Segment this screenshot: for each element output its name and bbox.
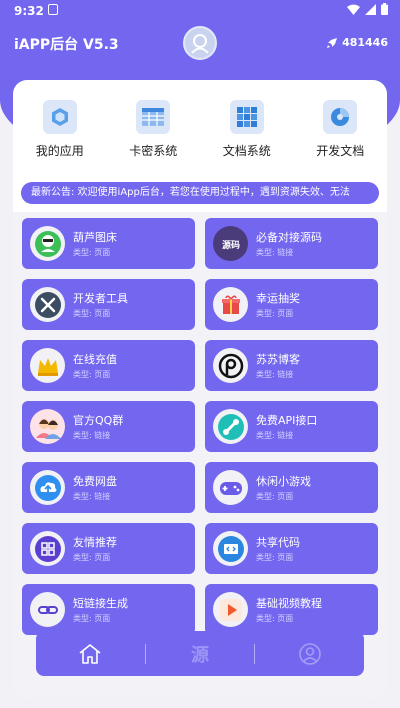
- card-qq-group[interactable]: 官方QQ群 类型: 链接: [22, 401, 195, 452]
- status-icons: [347, 3, 388, 15]
- card-type: 类型: 页面: [73, 309, 111, 318]
- card-title: 基础视频教程: [256, 597, 322, 610]
- crown-icon: [30, 348, 65, 383]
- play-icon: [213, 592, 248, 627]
- api-plug-icon: [213, 409, 248, 444]
- card-title: 开发者工具: [73, 292, 128, 305]
- card-video-tutorial[interactable]: 基础视频教程 类型: 页面: [205, 584, 378, 635]
- card-susu-blog[interactable]: 苏苏博客 类型: 链接: [205, 340, 378, 391]
- card-type: 类型: 页面: [256, 309, 294, 318]
- card-type: 类型: 页面: [256, 614, 294, 623]
- card-title: 在线充值: [73, 353, 117, 366]
- status-bar: 9:32: [0, 0, 400, 22]
- wifi-icon: [347, 4, 360, 15]
- card-title: 苏苏博客: [256, 353, 300, 366]
- user-avatar-icon: [191, 34, 209, 54]
- blog-icon: [213, 348, 248, 383]
- card-type: 类型: 链接: [256, 431, 294, 440]
- rocket-icon: [327, 37, 338, 48]
- quick-link-my-apps[interactable]: 我的应用: [13, 80, 107, 170]
- announcement-marquee[interactable]: 最新公告: 欢迎使用iApp后台，若您在使用过程中，遇到资源失效、无法: [21, 182, 379, 204]
- card-title: 短链接生成: [73, 597, 128, 610]
- card-dev-tools[interactable]: 开发者工具 类型: 页面: [22, 279, 195, 330]
- card-friend-recommend[interactable]: 友情推荐 类型: 页面: [22, 523, 195, 574]
- apps-icon: [30, 531, 65, 566]
- tools-icon: [30, 287, 65, 322]
- gamepad-icon: [213, 470, 248, 505]
- card-title: 免费API接口: [256, 414, 318, 427]
- card-title: 官方QQ群: [73, 414, 124, 427]
- card-short-link[interactable]: 短链接生成 类型: 页面: [22, 584, 195, 635]
- gourd-icon: [30, 226, 65, 261]
- card-type: 类型: 链接: [256, 248, 294, 257]
- card-gourd-image-host[interactable]: 葫芦图床 类型: 页面: [22, 218, 195, 269]
- gift-icon: [213, 287, 248, 322]
- quick-links: 我的应用 卡密系统 文档系统 开发文档: [13, 80, 387, 170]
- card-type: 类型: 页面: [73, 370, 111, 379]
- resource-grid: 葫芦图床 类型: 页面 源码 必备对接源码 类型: 链接 开发者工具 类型: 页…: [22, 218, 378, 635]
- card-type: 类型: 页面: [73, 553, 111, 562]
- quick-link-label: 文档系统: [222, 144, 271, 158]
- nav-source[interactable]: 源: [146, 631, 255, 676]
- card-free-cloud-disk[interactable]: 免费网盘 类型: 链接: [22, 462, 195, 513]
- cloud-upload-icon: [30, 470, 65, 505]
- signal-icon: [365, 3, 376, 15]
- home-icon: [79, 643, 101, 664]
- quick-link-card-system[interactable]: 卡密系统: [107, 80, 201, 170]
- qq-group-icon: [30, 409, 65, 444]
- notification-icon: [48, 4, 58, 15]
- card-free-api[interactable]: 免费API接口 类型: 链接: [205, 401, 378, 452]
- battery-icon: [381, 3, 388, 15]
- profile-icon: [298, 642, 321, 665]
- card-type: 类型: 页面: [256, 492, 294, 501]
- quick-link-dev-docs[interactable]: 开发文档: [294, 80, 388, 170]
- quick-link-label: 我的应用: [35, 144, 84, 158]
- nav-source-label: 源: [191, 644, 209, 666]
- card-type: 类型: 页面: [73, 248, 111, 257]
- card-title: 友情推荐: [73, 536, 117, 549]
- app-title: iAPP后台 V5.3: [14, 37, 119, 53]
- card-lucky-draw[interactable]: 幸运抽奖 类型: 页面: [205, 279, 378, 330]
- user-avatar[interactable]: [183, 26, 217, 60]
- grid-icon: [229, 100, 264, 134]
- card-shared-code[interactable]: 共享代码 类型: 页面: [205, 523, 378, 574]
- main-panel: 我的应用 卡密系统 文档系统 开发文档 最新公告: 欢迎使用iApp后台，若您在…: [13, 80, 387, 698]
- card-source-code[interactable]: 源码 必备对接源码 类型: 链接: [205, 218, 378, 269]
- online-count-display: 481446: [326, 36, 388, 49]
- card-type: 类型: 链接: [73, 431, 111, 440]
- card-online-recharge[interactable]: 在线充值 类型: 页面: [22, 340, 195, 391]
- bottom-navigation: 源: [36, 631, 364, 676]
- quick-link-doc-system[interactable]: 文档系统: [200, 80, 294, 170]
- card-type: 类型: 链接: [256, 370, 294, 379]
- status-time: 9:32: [14, 4, 44, 18]
- card-title: 必备对接源码: [256, 231, 322, 244]
- link-icon: [30, 592, 65, 627]
- card-casual-games[interactable]: 休闲小游戏 类型: 页面: [205, 462, 378, 513]
- card-title: 葫芦图床: [73, 231, 117, 244]
- svg-text:源码: 源码: [221, 239, 239, 251]
- card-type: 类型: 页面: [73, 614, 111, 623]
- card-title: 免费网盘: [73, 475, 117, 488]
- card-title: 休闲小游戏: [256, 475, 311, 488]
- app-cube-icon: [42, 100, 77, 134]
- card-title: 共享代码: [256, 536, 300, 549]
- table-icon: [136, 100, 171, 134]
- doc-icon: [323, 100, 358, 134]
- online-count: 481446: [342, 36, 388, 49]
- card-title: 幸运抽奖: [256, 292, 300, 305]
- card-type: 类型: 页面: [256, 553, 294, 562]
- nav-home[interactable]: [36, 631, 145, 676]
- source-code-icon: 源码: [213, 226, 248, 261]
- quick-link-label: 开发文档: [316, 144, 365, 158]
- card-type: 类型: 链接: [73, 492, 111, 501]
- resource-list-panel: 葫芦图床 类型: 页面 源码 必备对接源码 类型: 链接 开发者工具 类型: 页…: [13, 212, 387, 698]
- quick-link-label: 卡密系统: [129, 144, 178, 158]
- code-icon: [213, 531, 248, 566]
- nav-profile[interactable]: [255, 631, 364, 676]
